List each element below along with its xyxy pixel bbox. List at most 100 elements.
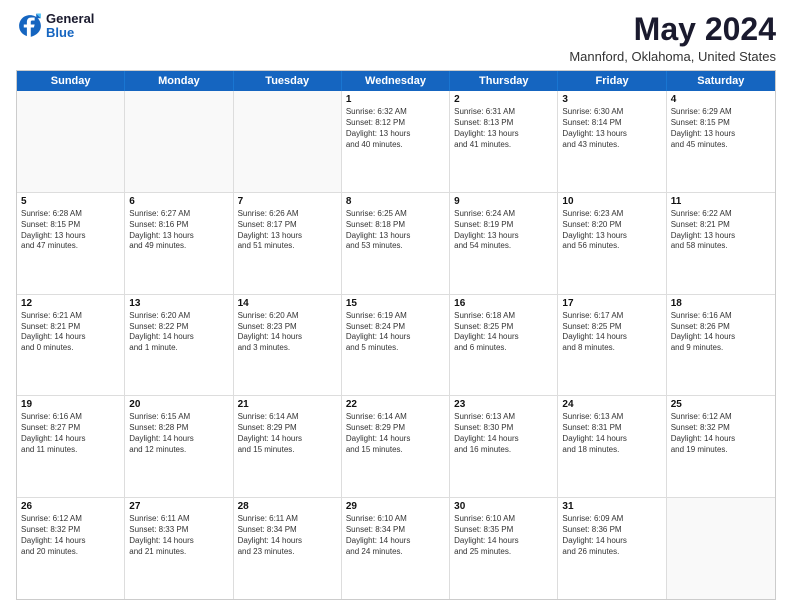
weekday-header-sunday: Sunday bbox=[17, 71, 125, 91]
day-number: 6 bbox=[129, 196, 228, 207]
cell-info: Sunrise: 6:11 AM Sunset: 8:34 PM Dayligh… bbox=[238, 514, 337, 557]
cell-info: Sunrise: 6:29 AM Sunset: 8:15 PM Dayligh… bbox=[671, 107, 771, 150]
calendar-week-4: 19 Sunrise: 6:16 AM Sunset: 8:27 PM Dayli… bbox=[17, 396, 775, 498]
calendar-cell-3-4: 15Sunrise: 6:19 AM Sunset: 8:24 PM Dayli… bbox=[342, 295, 450, 396]
cell-info: Sunrise: 6:25 AM Sunset: 8:18 PM Dayligh… bbox=[346, 209, 445, 252]
day-number: 1 bbox=[346, 94, 445, 105]
cell-info: Sunrise: 6:09 AM Sunset: 8:36 PM Dayligh… bbox=[562, 514, 661, 557]
calendar-cell-4-4: 22 Sunrise: 6:14 AM Sunset: 8:29 PM Dayli… bbox=[342, 396, 450, 497]
cell-info: Sunrise: 6:12 AM Sunset: 8:32 PM Dayligh… bbox=[671, 412, 771, 455]
cell-info: Sunrise: 6:32 AM Sunset: 8:12 PM Dayligh… bbox=[346, 107, 445, 150]
day-number: 31 bbox=[562, 501, 661, 512]
calendar-cell-5-1: 26Sunrise: 6:12 AM Sunset: 8:32 PM Dayli… bbox=[17, 498, 125, 599]
cell-info: Sunrise: 6:10 AM Sunset: 8:34 PM Dayligh… bbox=[346, 514, 445, 557]
calendar-cell-5-5: 30 Sunrise: 6:10 AM Sunset: 8:35 PM Dayli… bbox=[450, 498, 558, 599]
day-number: 29 bbox=[346, 501, 445, 512]
header: General Blue May 2024 Mannford, Oklahoma… bbox=[16, 12, 776, 64]
calendar-cell-4-3: 21Sunrise: 6:14 AM Sunset: 8:29 PM Dayli… bbox=[234, 396, 342, 497]
day-number: 17 bbox=[562, 298, 661, 309]
calendar-cell-1-6: 3Sunrise: 6:30 AM Sunset: 8:14 PM Daylig… bbox=[558, 91, 666, 192]
calendar-cell-5-7 bbox=[667, 498, 775, 599]
day-number: 27 bbox=[129, 501, 228, 512]
day-number: 5 bbox=[21, 196, 120, 207]
day-number: 20 bbox=[129, 399, 228, 410]
calendar-cell-1-3 bbox=[234, 91, 342, 192]
calendar-cell-1-1 bbox=[17, 91, 125, 192]
cell-info: Sunrise: 6:15 AM Sunset: 8:28 PM Dayligh… bbox=[129, 412, 228, 455]
calendar-cell-3-5: 16 Sunrise: 6:18 AM Sunset: 8:25 PM Dayli… bbox=[450, 295, 558, 396]
calendar-week-1: 1 Sunrise: 6:32 AM Sunset: 8:12 PM Daylig… bbox=[17, 91, 775, 193]
calendar-cell-3-7: 18 Sunrise: 6:16 AM Sunset: 8:26 PM Dayli… bbox=[667, 295, 775, 396]
location: Mannford, Oklahoma, United States bbox=[569, 49, 776, 64]
calendar-cell-5-2: 27 Sunrise: 6:11 AM Sunset: 8:33 PM Dayli… bbox=[125, 498, 233, 599]
logo-text: General Blue bbox=[46, 12, 94, 41]
day-number: 30 bbox=[454, 501, 553, 512]
cell-info: Sunrise: 6:22 AM Sunset: 8:21 PM Dayligh… bbox=[671, 209, 771, 252]
calendar-cell-5-3: 28Sunrise: 6:11 AM Sunset: 8:34 PM Dayli… bbox=[234, 498, 342, 599]
cell-info: Sunrise: 6:20 AM Sunset: 8:22 PM Dayligh… bbox=[129, 311, 228, 354]
day-number: 10 bbox=[562, 196, 661, 207]
day-number: 12 bbox=[21, 298, 120, 309]
weekday-header-tuesday: Tuesday bbox=[234, 71, 342, 91]
day-number: 26 bbox=[21, 501, 120, 512]
logo-blue-text: Blue bbox=[46, 26, 94, 40]
day-number: 24 bbox=[562, 399, 661, 410]
day-number: 21 bbox=[238, 399, 337, 410]
day-number: 25 bbox=[671, 399, 771, 410]
weekday-header-saturday: Saturday bbox=[667, 71, 775, 91]
cell-info: Sunrise: 6:10 AM Sunset: 8:35 PM Dayligh… bbox=[454, 514, 553, 557]
weekday-header-monday: Monday bbox=[125, 71, 233, 91]
cell-info: Sunrise: 6:14 AM Sunset: 8:29 PM Dayligh… bbox=[346, 412, 445, 455]
cell-info: Sunrise: 6:16 AM Sunset: 8:27 PM Dayligh… bbox=[21, 412, 120, 455]
cell-info: Sunrise: 6:27 AM Sunset: 8:16 PM Dayligh… bbox=[129, 209, 228, 252]
calendar-cell-4-6: 24 Sunrise: 6:13 AM Sunset: 8:31 PM Dayli… bbox=[558, 396, 666, 497]
calendar-cell-5-4: 29 Sunrise: 6:10 AM Sunset: 8:34 PM Dayli… bbox=[342, 498, 450, 599]
cell-info: Sunrise: 6:23 AM Sunset: 8:20 PM Dayligh… bbox=[562, 209, 661, 252]
day-number: 4 bbox=[671, 94, 771, 105]
day-number: 2 bbox=[454, 94, 553, 105]
calendar-cell-2-3: 7Sunrise: 6:26 AM Sunset: 8:17 PM Daylig… bbox=[234, 193, 342, 294]
calendar-cell-2-6: 10 Sunrise: 6:23 AM Sunset: 8:20 PM Dayli… bbox=[558, 193, 666, 294]
calendar-cell-2-5: 9Sunrise: 6:24 AM Sunset: 8:19 PM Daylig… bbox=[450, 193, 558, 294]
day-number: 19 bbox=[21, 399, 120, 410]
day-number: 8 bbox=[346, 196, 445, 207]
logo-icon bbox=[16, 12, 44, 40]
calendar-cell-1-4: 1 Sunrise: 6:32 AM Sunset: 8:12 PM Daylig… bbox=[342, 91, 450, 192]
calendar-cell-3-3: 14Sunrise: 6:20 AM Sunset: 8:23 PM Dayli… bbox=[234, 295, 342, 396]
cell-info: Sunrise: 6:18 AM Sunset: 8:25 PM Dayligh… bbox=[454, 311, 553, 354]
cell-info: Sunrise: 6:17 AM Sunset: 8:25 PM Dayligh… bbox=[562, 311, 661, 354]
cell-info: Sunrise: 6:30 AM Sunset: 8:14 PM Dayligh… bbox=[562, 107, 661, 150]
title-area: May 2024 Mannford, Oklahoma, United Stat… bbox=[569, 12, 776, 64]
day-number: 13 bbox=[129, 298, 228, 309]
calendar-body: 1 Sunrise: 6:32 AM Sunset: 8:12 PM Daylig… bbox=[17, 91, 775, 599]
calendar-cell-5-6: 31 Sunrise: 6:09 AM Sunset: 8:36 PM Dayli… bbox=[558, 498, 666, 599]
calendar-cell-2-7: 11Sunrise: 6:22 AM Sunset: 8:21 PM Dayli… bbox=[667, 193, 775, 294]
day-number: 15 bbox=[346, 298, 445, 309]
day-number: 18 bbox=[671, 298, 771, 309]
cell-info: Sunrise: 6:11 AM Sunset: 8:33 PM Dayligh… bbox=[129, 514, 228, 557]
calendar-cell-3-1: 12 Sunrise: 6:21 AM Sunset: 8:21 PM Dayli… bbox=[17, 295, 125, 396]
weekday-header-wednesday: Wednesday bbox=[342, 71, 450, 91]
day-number: 14 bbox=[238, 298, 337, 309]
calendar-cell-2-1: 5 Sunrise: 6:28 AM Sunset: 8:15 PM Daylig… bbox=[17, 193, 125, 294]
calendar-cell-2-2: 6 Sunrise: 6:27 AM Sunset: 8:16 PM Daylig… bbox=[125, 193, 233, 294]
calendar-cell-4-2: 20 Sunrise: 6:15 AM Sunset: 8:28 PM Dayli… bbox=[125, 396, 233, 497]
day-number: 22 bbox=[346, 399, 445, 410]
cell-info: Sunrise: 6:21 AM Sunset: 8:21 PM Dayligh… bbox=[21, 311, 120, 354]
day-number: 23 bbox=[454, 399, 553, 410]
calendar-cell-2-4: 8 Sunrise: 6:25 AM Sunset: 8:18 PM Daylig… bbox=[342, 193, 450, 294]
calendar-cell-4-1: 19 Sunrise: 6:16 AM Sunset: 8:27 PM Dayli… bbox=[17, 396, 125, 497]
day-number: 7 bbox=[238, 196, 337, 207]
day-number: 16 bbox=[454, 298, 553, 309]
calendar-cell-3-6: 17 Sunrise: 6:17 AM Sunset: 8:25 PM Dayli… bbox=[558, 295, 666, 396]
logo: General Blue bbox=[16, 12, 94, 41]
weekday-header-friday: Friday bbox=[558, 71, 666, 91]
calendar-cell-1-7: 4 Sunrise: 6:29 AM Sunset: 8:15 PM Daylig… bbox=[667, 91, 775, 192]
cell-info: Sunrise: 6:13 AM Sunset: 8:31 PM Dayligh… bbox=[562, 412, 661, 455]
cell-info: Sunrise: 6:16 AM Sunset: 8:26 PM Dayligh… bbox=[671, 311, 771, 354]
cell-info: Sunrise: 6:24 AM Sunset: 8:19 PM Dayligh… bbox=[454, 209, 553, 252]
page: General Blue May 2024 Mannford, Oklahoma… bbox=[0, 0, 792, 612]
cell-info: Sunrise: 6:28 AM Sunset: 8:15 PM Dayligh… bbox=[21, 209, 120, 252]
calendar: SundayMondayTuesdayWednesdayThursdayFrid… bbox=[16, 70, 776, 600]
calendar-week-5: 26Sunrise: 6:12 AM Sunset: 8:32 PM Dayli… bbox=[17, 498, 775, 599]
